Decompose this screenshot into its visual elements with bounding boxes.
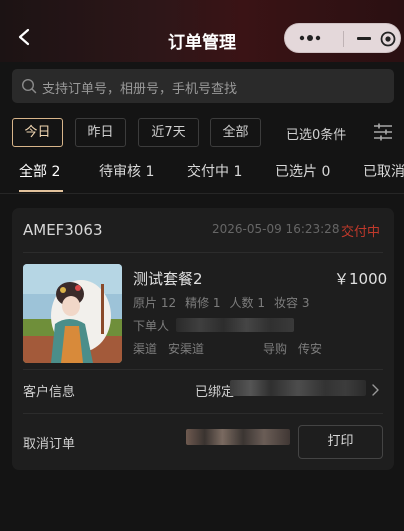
nav-header: 订单管理 xyxy=(0,0,404,62)
attr-makeup: 妆容 3 xyxy=(274,296,310,310)
cancel-order-button[interactable]: 取消订单 xyxy=(23,433,75,452)
orderer-redacted xyxy=(176,318,294,332)
guide-label: 导购 xyxy=(263,342,288,356)
guide-value: 传安 xyxy=(298,342,323,356)
channel-label: 渠道 xyxy=(133,342,158,356)
active-tab-indicator xyxy=(19,190,63,192)
tab-delivering[interactable]: 交付中 1 xyxy=(187,161,242,181)
order-status: 交付中 xyxy=(341,225,381,240)
card-divider xyxy=(23,369,383,370)
customer-info-label: 客户信息 xyxy=(23,385,76,400)
tab-all[interactable]: 全部 2 xyxy=(19,161,60,181)
package-price: ￥1000 xyxy=(334,270,388,288)
search-bar[interactable]: 支持订单号，相册号，手机号查找 xyxy=(12,69,394,103)
close-target-icon[interactable] xyxy=(380,31,396,47)
filter-chip-7days[interactable]: 近7天 xyxy=(138,118,199,147)
capsule-divider xyxy=(343,31,344,47)
package-attributes: 原片 12 精修 1 人数 1 妆容 3 xyxy=(133,294,318,311)
card-divider xyxy=(23,252,383,253)
filter-chip-all[interactable]: 全部 xyxy=(210,118,261,147)
action-redacted xyxy=(186,429,290,445)
filter-settings-icon[interactable] xyxy=(373,123,393,141)
minimize-icon[interactable] xyxy=(357,37,371,40)
more-dots-icon[interactable] xyxy=(299,35,323,41)
selected-conditions[interactable]: 已选0条件 xyxy=(286,124,346,143)
mini-program-capsule xyxy=(284,23,401,53)
order-id: AMEF3063 xyxy=(23,221,103,239)
filter-chip-today[interactable]: 今日 xyxy=(12,118,63,147)
tabs-divider xyxy=(0,193,404,194)
tab-selected[interactable]: 已选片 0 xyxy=(275,161,330,181)
tab-cancelled[interactable]: 已取消 xyxy=(363,161,404,181)
tab-pending-review[interactable]: 待审核 1 xyxy=(99,161,154,181)
filter-chip-yesterday[interactable]: 昨日 xyxy=(75,118,126,147)
channel-value: 安渠道 xyxy=(168,342,205,356)
chevron-right-icon[interactable] xyxy=(371,384,379,396)
search-placeholder: 支持订单号，相册号，手机号查找 xyxy=(42,82,238,97)
orderer-label: 下单人 xyxy=(133,319,170,333)
customer-bound-status[interactable]: 已绑定 xyxy=(195,381,234,400)
attr-original-photos: 原片 12 xyxy=(133,296,177,310)
attr-people-count: 人数 1 xyxy=(229,296,265,310)
search-icon xyxy=(21,78,37,94)
card-divider xyxy=(23,413,383,414)
print-button[interactable]: 打印 xyxy=(298,425,383,459)
customer-phone-redacted xyxy=(230,380,366,396)
attr-retouch: 精修 1 xyxy=(185,296,221,310)
package-name: 测试套餐2 xyxy=(133,270,203,288)
package-thumbnail[interactable] xyxy=(23,264,122,363)
order-time: 2026-05-09 16:23:28 xyxy=(212,222,340,236)
